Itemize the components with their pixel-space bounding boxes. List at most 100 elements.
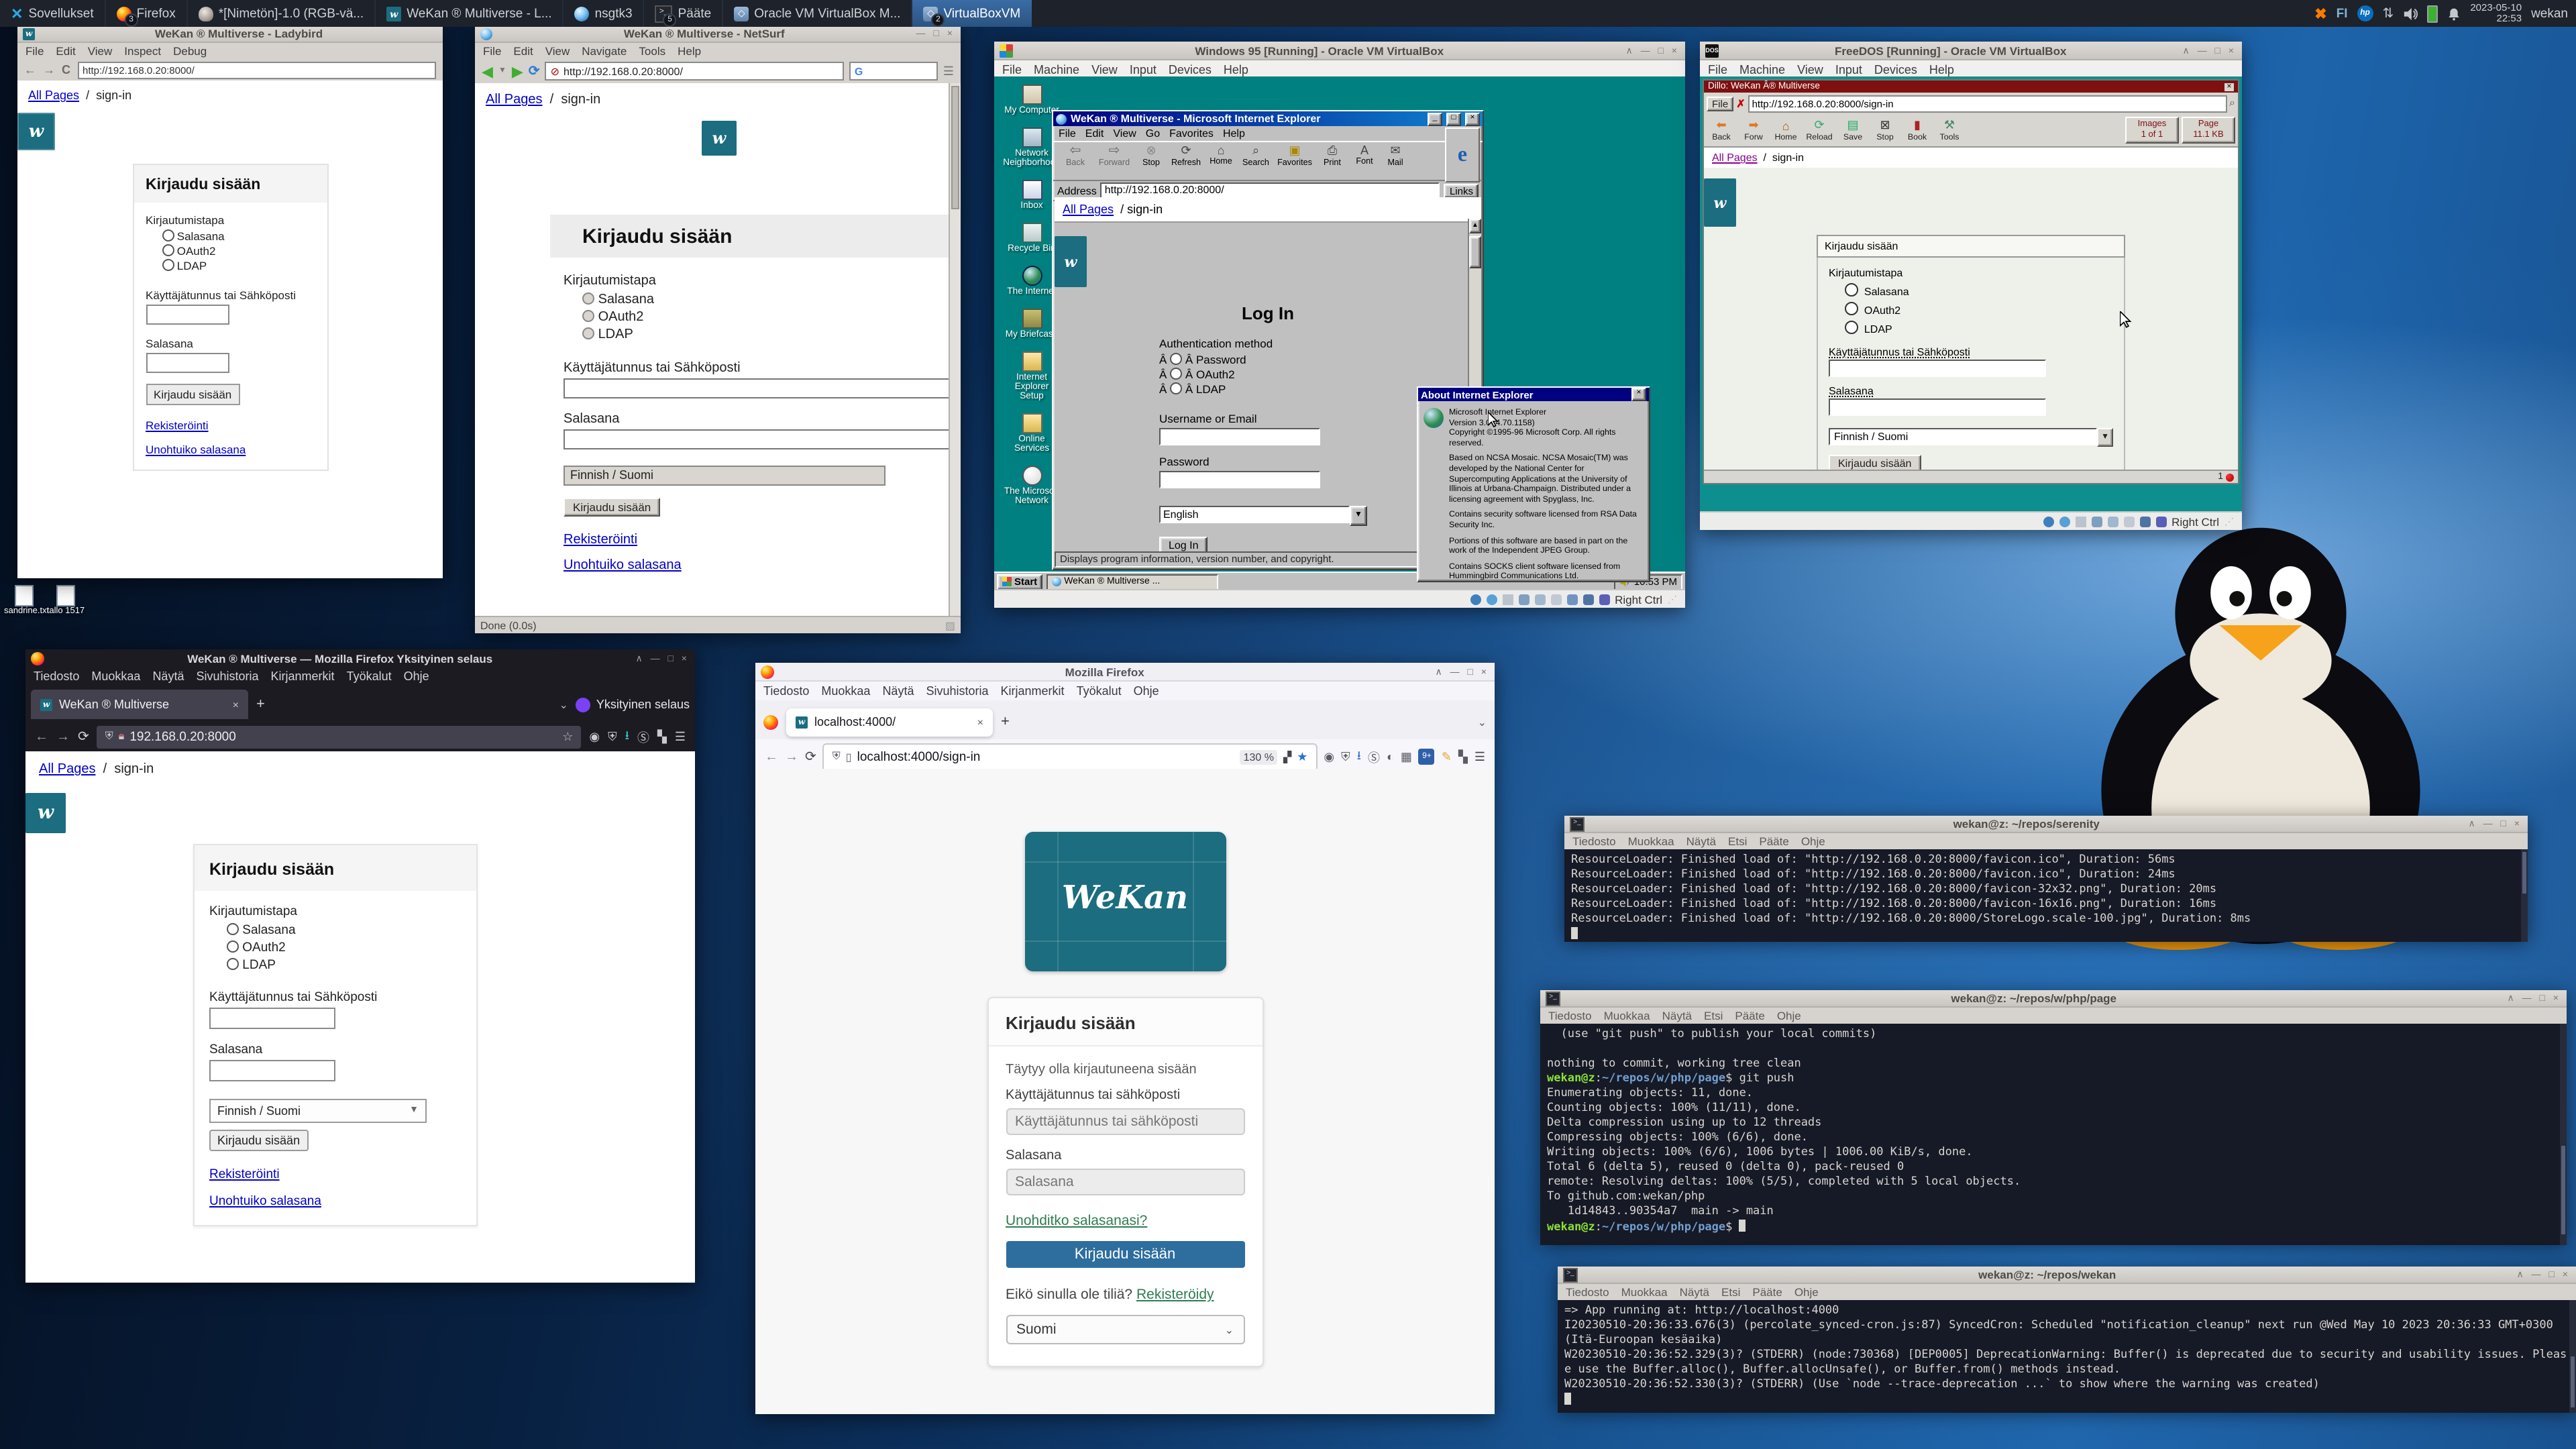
breadcrumb-all-pages-link[interactable]: All Pages [486,93,543,107]
radio-password[interactable]: Â Â Password [1159,353,1481,366]
radio-icon[interactable] [1845,283,1858,297]
tab-wekan[interactable]: w WeKan ® Multiverse × [31,690,248,719]
username-input[interactable] [564,378,955,398]
toolbar-refresh-button[interactable]: ⟳Refresh [1169,144,1203,168]
menu-tiedosto[interactable]: Tiedosto [34,669,79,683]
menu-muokkaa[interactable]: Muokkaa [1604,1009,1650,1022]
vm-titlebar[interactable]: Windows 95 [Running] - Oracle VM Virtual… [994,42,1685,60]
search-icon[interactable]: ⌕ [2229,97,2235,110]
netsurf-titlebar[interactable]: WeKan ® Multiverse - NetSurf — □ × [475,25,961,43]
breadcrumb-all-pages-link[interactable]: All Pages [39,762,96,777]
menu-navigate[interactable]: Navigate [582,44,627,58]
signin-submit-button[interactable]: Kirjaudu sisään [564,498,660,517]
menu-file[interactable]: File [1059,127,1076,140]
tab-localhost[interactable]: w localhost:4000/ × [786,708,993,736]
toolbar-font-button[interactable]: AFont [1350,144,1379,166]
terminal-scrollbar[interactable] [2521,849,2528,942]
menu-ohje[interactable]: Ohje [1801,835,1825,848]
username-input[interactable] [1159,428,1320,445]
select-arrow-icon[interactable]: ▼ [1350,506,1367,526]
dillo-file-menu[interactable]: File [1707,96,1733,111]
radio-icon[interactable] [1170,353,1182,365]
close-button[interactable]: × [2224,83,2234,91]
links-button[interactable]: Links [1444,183,1479,198]
menu-inspect[interactable]: Inspect [124,44,161,58]
menu-tiedosto[interactable]: Tiedosto [1572,835,1616,848]
radio-salasana[interactable]: Salasana [209,923,462,938]
page-info-icon[interactable]: ▯ [846,751,852,763]
password-input[interactable] [209,1060,335,1081]
menu-tools[interactable]: Tools [639,44,665,58]
forgot-password-link[interactable]: Unohtuiko salasana [146,443,246,456]
menu-view[interactable]: View [1797,62,1823,76]
menu-help[interactable]: Help [1223,127,1245,140]
menu-nayta[interactable]: Näytä [1686,835,1716,848]
maximize-button[interactable]: □ [1446,112,1461,125]
menu-machine[interactable]: Machine [1034,62,1079,76]
window-controls[interactable]: — □ × [916,29,955,38]
terminal-output[interactable]: => App running at: http://localhost:4000… [1558,1300,2576,1413]
back-icon[interactable]: ← [35,729,48,744]
menu-tiedosto[interactable]: Tiedosto [1548,1009,1592,1022]
address-input[interactable]: http://192.168.0.20:8000/ [1101,182,1440,199]
ladybird-titlebar[interactable]: w WeKan ® Multiverse - Ladybird [17,25,443,43]
terminal-scrollbar[interactable] [2569,1300,2576,1413]
zoom-level-badge[interactable]: 130 % [1240,749,1278,764]
search-box[interactable]: G [849,62,938,80]
back-icon[interactable]: ◀ [482,62,493,80]
reload-button[interactable]: ⟳Reload [1803,118,1835,142]
radio-icon[interactable] [227,958,239,970]
radio-icon[interactable] [162,244,174,256]
signin-submit-button[interactable]: Kirjaudu sisään [146,384,239,405]
radio-icon[interactable] [1170,382,1182,394]
radio-oauth2[interactable]: OAuth2 [564,310,961,325]
back-icon[interactable]: ← [765,749,778,764]
menu-nayta[interactable]: Näytä [882,684,914,698]
menu-edit[interactable]: Edit [56,44,75,58]
menu-view[interactable]: View [1113,127,1136,140]
tab-list-chevron-icon[interactable]: ⌄ [1478,716,1487,728]
menu-devices[interactable]: Devices [1169,62,1212,76]
task-netsurf[interactable]: nsgtk3 [563,0,643,27]
radio-icon[interactable] [582,292,594,305]
downloads-icon[interactable]: ⭳ [625,726,629,747]
task-terminal[interactable]: >_ Pääte 5 [643,0,722,27]
radio-oauth2[interactable]: Â Â OAuth2 [1159,368,1481,381]
insecure-lock-icon[interactable]: 🔒︎ [119,730,125,743]
shield-icon[interactable]: ⛨ [833,750,841,763]
forgot-password-link[interactable]: Unohditko salasanasi? [1006,1213,1147,1229]
menu-view[interactable]: View [88,44,113,58]
stop-x-icon[interactable]: ✗ [1736,97,1745,109]
password-input[interactable] [1159,471,1320,488]
start-button[interactable]: Start [997,574,1042,590]
app-menu-icon[interactable]: ☰ [1474,749,1485,764]
menu-etsi[interactable]: Etsi [1728,835,1747,848]
menu-input[interactable]: Input [1130,62,1157,76]
menu-paate[interactable]: Pääte [1752,1285,1782,1299]
vertical-scrollbar[interactable] [949,83,961,617]
url-input[interactable]: http://192.168.0.20:8000/ [77,61,436,78]
login-button[interactable]: Log In [1159,537,1208,553]
terminal-titlebar[interactable]: >_ wekan@z: ~/repos/wekan ∧ — □ × [1558,1267,2576,1284]
bookmark-star-icon[interactable]: ☆ [562,729,573,744]
task-gimp[interactable]: *[Nimetön]-1.0 (RGB-vä... [186,0,374,27]
radio-icon[interactable] [1845,321,1858,334]
username-input[interactable] [146,305,229,325]
menu-muokkaa[interactable]: Muokkaa [1621,1285,1668,1299]
extension-puzzle-icon[interactable]: ▚ [1458,749,1468,764]
menu-file[interactable]: File [1002,62,1022,76]
desktop-icon-tallo[interactable]: tallo 1517 [46,585,86,616]
register-link[interactable]: Rekisteröidy [1136,1287,1214,1303]
radio-icon[interactable] [162,259,174,271]
breadcrumb-all-pages-link[interactable]: All Pages [28,89,79,102]
window-controls[interactable]: ∧ — □ × [1435,666,1489,677]
terminal-output[interactable]: ResourceLoader: Finished load of: "http:… [1564,849,2528,942]
terminal-scrollbar[interactable] [2560,1024,2567,1245]
firefox-titlebar[interactable]: Mozilla Firefox ∧ — □ × [755,663,1495,682]
reload-icon[interactable]: ⟳ [78,729,89,744]
ie-titlebar[interactable]: WeKan ® Multiverse - Microsoft Internet … [1053,111,1483,126]
register-link[interactable]: Rekisteröinti [146,419,209,432]
menu-etsi[interactable]: Etsi [1704,1009,1723,1022]
menu-sivuhistoria[interactable]: Sivuhistoria [926,684,988,698]
menu-debug[interactable]: Debug [173,44,207,58]
